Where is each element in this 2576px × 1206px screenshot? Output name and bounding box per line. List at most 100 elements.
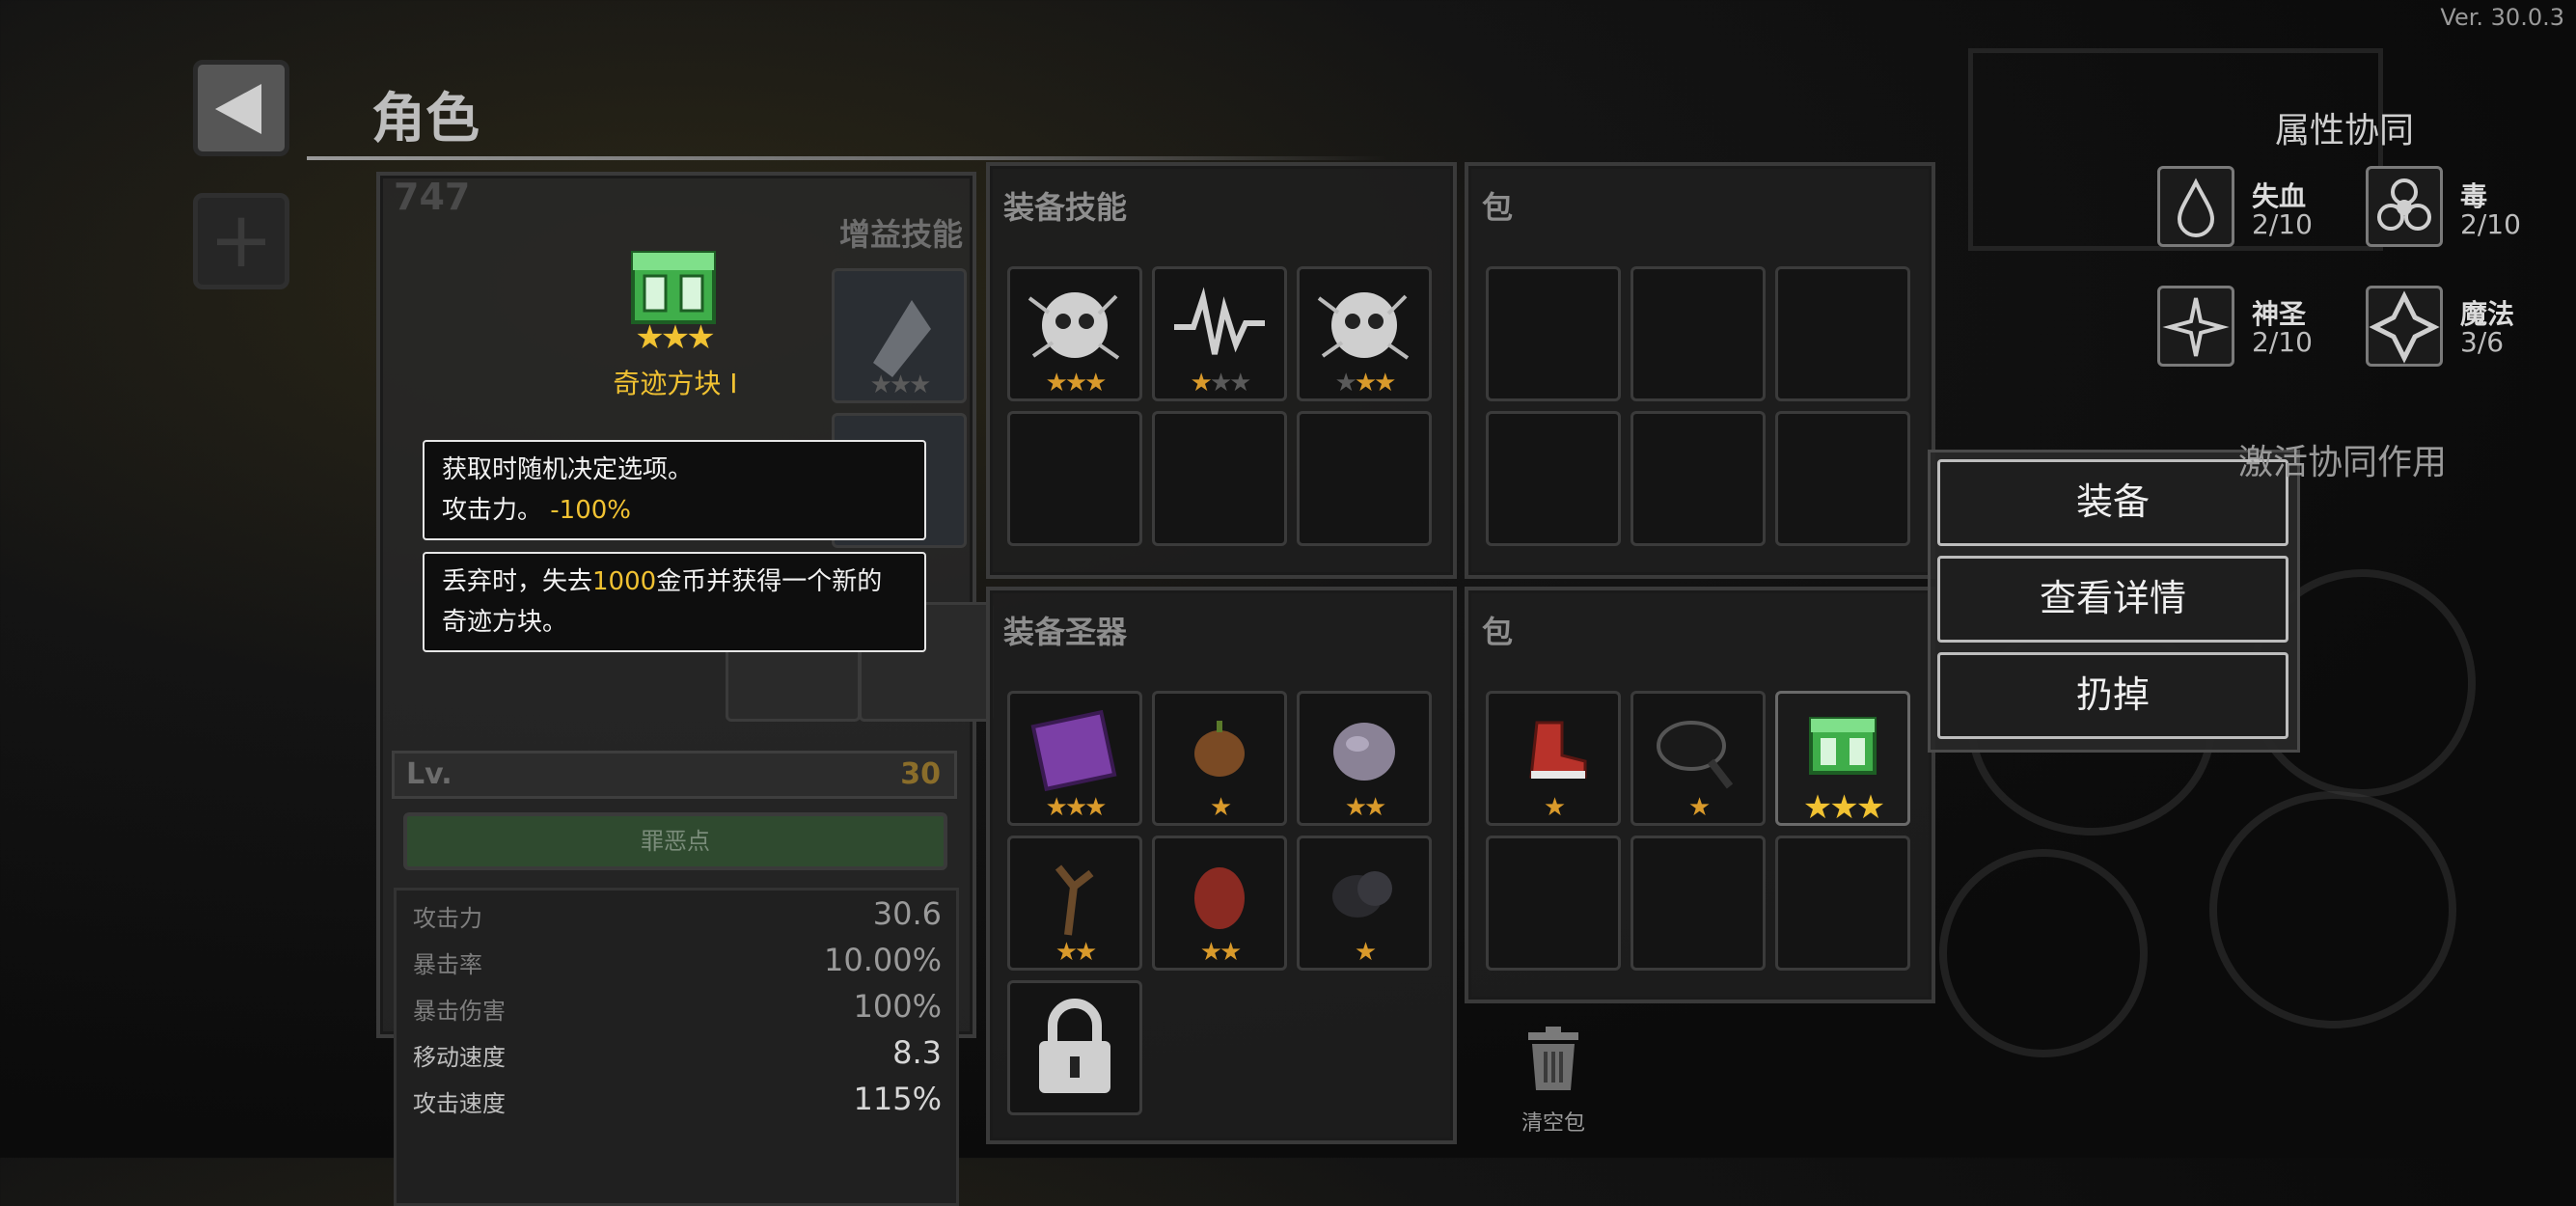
- relic-slot[interactable]: ★: [1152, 691, 1287, 826]
- item-tooltip-effect: 获取时随机决定选项。 攻击力。 -100%: [423, 440, 926, 540]
- slot-stars: ★: [1543, 793, 1566, 822]
- tooltip-line: 攻击力。 -100%: [442, 490, 907, 531]
- level-row: Lv. 30: [392, 751, 957, 799]
- stat-label: 暴击率: [413, 951, 482, 978]
- locked-relic-slot[interactable]: [1007, 980, 1142, 1115]
- red-boot-icon: [1529, 721, 1587, 779]
- relic-slot[interactable]: ★★: [1297, 691, 1432, 826]
- bag-slot[interactable]: ★: [1486, 691, 1621, 826]
- sin-points-bar[interactable]: 罪恶点: [403, 812, 947, 870]
- stat-row: 暴击伤害 100%: [413, 988, 942, 1036]
- level-label: Lv.: [406, 757, 452, 791]
- stat-value: 10.00%: [823, 942, 942, 978]
- bag-slot-empty[interactable]: [1631, 266, 1766, 401]
- skill-slot[interactable]: ★★★: [1152, 266, 1287, 401]
- synergy-icon-magic[interactable]: [2366, 286, 2443, 367]
- bag-slot-selected[interactable]: ★★★: [1775, 691, 1910, 826]
- synergy-icon-holy[interactable]: [2157, 286, 2234, 367]
- stat-row: 攻击速度 115%: [413, 1081, 942, 1129]
- slot-stars: ★★: [1055, 938, 1098, 967]
- buff-skill-slot-1[interactable]: ★★★: [832, 268, 967, 403]
- relic-slot[interactable]: ★★: [1007, 836, 1142, 971]
- skill-slot-empty[interactable]: [1297, 411, 1432, 546]
- view-details-button[interactable]: 查看详情: [1937, 556, 2288, 643]
- bag-slot-empty[interactable]: [1775, 411, 1910, 546]
- bag-slot-empty[interactable]: [1631, 411, 1766, 546]
- bag-slot-empty[interactable]: [1486, 836, 1621, 971]
- slot-stars: ★: [1354, 938, 1377, 967]
- equip-relics-title: 装备圣器: [1003, 614, 1128, 650]
- clear-bag-label[interactable]: 清空包: [1505, 1106, 1602, 1137]
- bag-slot-empty[interactable]: [1631, 836, 1766, 971]
- slot-stars: ★★★: [1802, 788, 1885, 827]
- bg-dash-circle: [1939, 849, 2148, 1057]
- bg-attack-circle: [2209, 791, 2456, 1028]
- relic-slot[interactable]: ★★: [1152, 836, 1287, 971]
- stat-label: 暴击伤害: [413, 998, 506, 1025]
- bag-slot-empty[interactable]: [1775, 836, 1910, 971]
- stat-row: 暴击率 10.00%: [413, 942, 942, 990]
- buff-skills-label: 增益技能: [838, 216, 963, 253]
- selected-item-name: 奇迹方块 I: [613, 368, 738, 399]
- discard-button[interactable]: 扔掉: [1937, 652, 2288, 739]
- holy-star-icon: [2162, 297, 2230, 357]
- tooltip-line: 奇迹方块。: [442, 608, 568, 637]
- bag-panel-bottom: 包 ★ ★ ★★★: [1465, 587, 1935, 1003]
- synergy-count: 2/10: [2252, 208, 2313, 240]
- skull-splash-icon: [1028, 292, 1120, 360]
- bag-slot-empty[interactable]: [1486, 266, 1621, 401]
- bag-slot[interactable]: ★: [1631, 691, 1766, 826]
- synergy-title: 属性协同: [2275, 111, 2415, 151]
- soundwave-icon: [1174, 287, 1265, 355]
- stat-row: 移动速度 8.3: [413, 1034, 942, 1083]
- title-divider: [307, 156, 1387, 160]
- frying-pan-icon: [1657, 721, 1734, 789]
- bag-slot-empty[interactable]: [1486, 411, 1621, 546]
- equip-skills-panel: 装备技能 ★★★ ★★★ ★★★: [986, 162, 1457, 579]
- synergy-icon-bleed[interactable]: [2157, 166, 2234, 247]
- stat-label: 攻击速度: [413, 1090, 506, 1117]
- attack-modifier: -100%: [550, 496, 631, 525]
- slot-stars: ★★★: [1334, 369, 1397, 397]
- slot-stars: ★★: [1344, 793, 1387, 822]
- trash-icon[interactable]: [1515, 1027, 1592, 1094]
- twig-icon: [1055, 864, 1094, 936]
- add-button-faded: +: [193, 193, 289, 289]
- stat-label: 攻击力: [413, 905, 482, 932]
- skill-slot[interactable]: ★★★: [1297, 266, 1432, 401]
- bag-title: 包: [1482, 614, 1514, 650]
- stat-value: 100%: [853, 988, 942, 1025]
- skill-slot-empty[interactable]: [1152, 411, 1287, 546]
- page-title: 角色: [371, 88, 480, 151]
- slot-stars: ★★★: [1045, 369, 1108, 397]
- activate-synergy-label[interactable]: 激活协同作用: [2238, 434, 2447, 484]
- tooltip-text: 金币并获得一个新的: [656, 567, 883, 596]
- tooltip-line: 丢弃时，失去1000金币并获得一个新的: [442, 562, 907, 602]
- back-button[interactable]: [193, 60, 289, 156]
- character-counter: 747: [394, 176, 471, 218]
- slot-stars: ★★: [1199, 938, 1243, 967]
- equip-relics-panel: 装备圣器 ★★★ ★ ★★ ★★ ★★ ★: [986, 587, 1457, 1144]
- skill-slot[interactable]: ★★★: [1007, 266, 1142, 401]
- gold-amount: 1000: [592, 567, 657, 596]
- miracle-cube-icon: [1809, 717, 1877, 775]
- stat-value: 8.3: [892, 1034, 942, 1071]
- selected-item-stars: ★★★: [635, 318, 715, 357]
- relic-slot[interactable]: ★★★: [1007, 691, 1142, 826]
- slot-stars: ★: [1687, 793, 1711, 822]
- version-label: Ver. 30.0.3: [2440, 4, 2564, 31]
- synergy-count: 3/6: [2460, 326, 2505, 358]
- synergy-icon-poison[interactable]: [2366, 166, 2443, 247]
- blood-drop-icon: [2177, 178, 2215, 237]
- equip-button[interactable]: 装备: [1937, 459, 2288, 546]
- bag-slot-empty[interactable]: [1775, 266, 1910, 401]
- relic-slot[interactable]: ★: [1297, 836, 1432, 971]
- skull-splash-icon: [1317, 292, 1410, 360]
- stat-value: 30.6: [872, 895, 942, 932]
- red-seed-icon: [1194, 867, 1245, 929]
- bag-panel-top: 包: [1465, 162, 1935, 579]
- stat-row: 攻击力 30.6: [413, 895, 942, 944]
- skill-slot-empty[interactable]: [1007, 411, 1142, 546]
- slot-stars: ★★★: [1045, 793, 1108, 822]
- slot-stars: ★★★: [1190, 369, 1252, 397]
